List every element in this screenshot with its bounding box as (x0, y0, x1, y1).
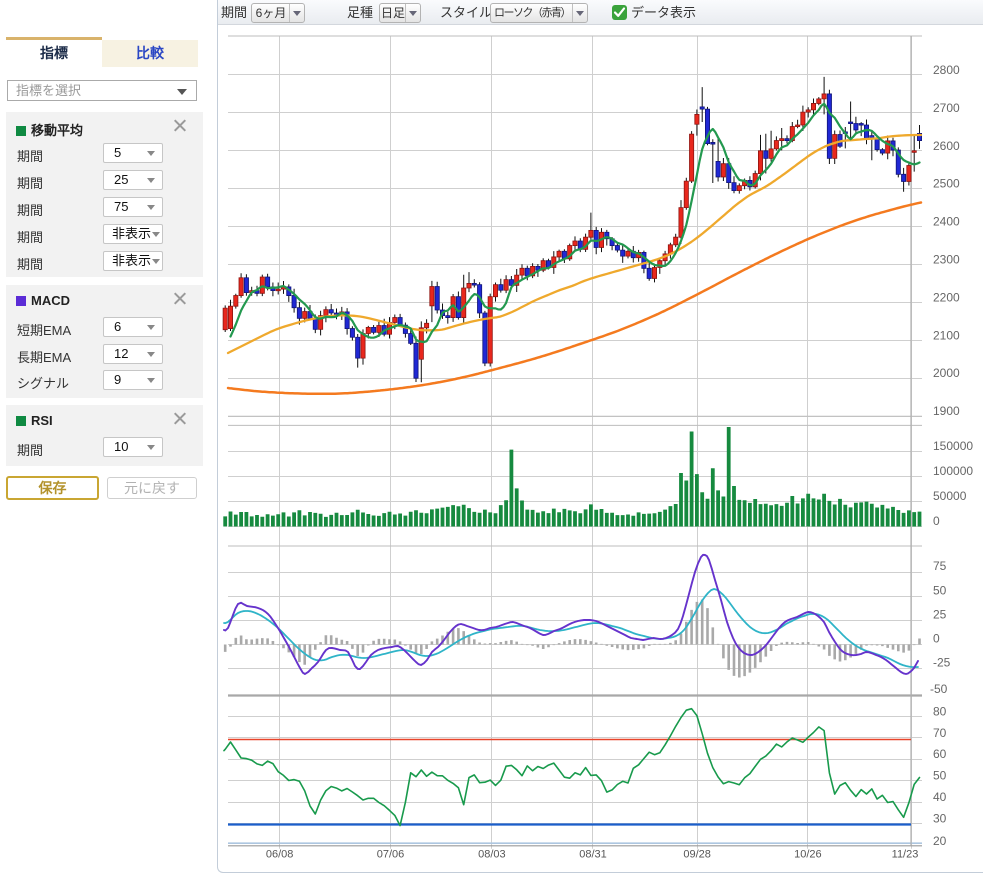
svg-text:08/31: 08/31 (579, 849, 607, 861)
svg-text:40: 40 (933, 790, 947, 804)
svg-text:100000: 100000 (933, 464, 973, 478)
svg-text:70: 70 (933, 726, 947, 740)
svg-text:75: 75 (933, 559, 947, 573)
svg-text:0: 0 (933, 632, 940, 646)
svg-text:30: 30 (933, 811, 947, 825)
svg-text:2100: 2100 (933, 328, 960, 342)
svg-text:50: 50 (933, 769, 947, 783)
svg-text:06/08: 06/08 (266, 849, 294, 861)
svg-text:-25: -25 (933, 656, 951, 670)
svg-text:2200: 2200 (933, 290, 960, 304)
svg-text:2500: 2500 (933, 177, 960, 191)
svg-text:-50: -50 (930, 682, 948, 696)
svg-text:20: 20 (933, 834, 947, 848)
svg-text:09/28: 09/28 (683, 849, 711, 861)
svg-text:25: 25 (933, 607, 947, 621)
svg-text:10/26: 10/26 (794, 849, 822, 861)
svg-text:80: 80 (933, 704, 947, 718)
svg-text:150000: 150000 (933, 439, 973, 453)
svg-text:50: 50 (933, 583, 947, 597)
svg-text:2600: 2600 (933, 139, 960, 153)
svg-text:2400: 2400 (933, 215, 960, 229)
svg-text:2300: 2300 (933, 253, 960, 267)
svg-text:0: 0 (933, 514, 940, 528)
svg-text:08/03: 08/03 (478, 849, 506, 861)
svg-text:2000: 2000 (933, 366, 960, 380)
svg-text:07/06: 07/06 (377, 849, 405, 861)
svg-text:60: 60 (933, 747, 947, 761)
svg-text:11/23: 11/23 (892, 849, 919, 861)
svg-text:1900: 1900 (933, 404, 960, 418)
svg-text:2800: 2800 (933, 63, 960, 77)
svg-text:2700: 2700 (933, 101, 960, 115)
svg-text:50000: 50000 (933, 489, 967, 503)
